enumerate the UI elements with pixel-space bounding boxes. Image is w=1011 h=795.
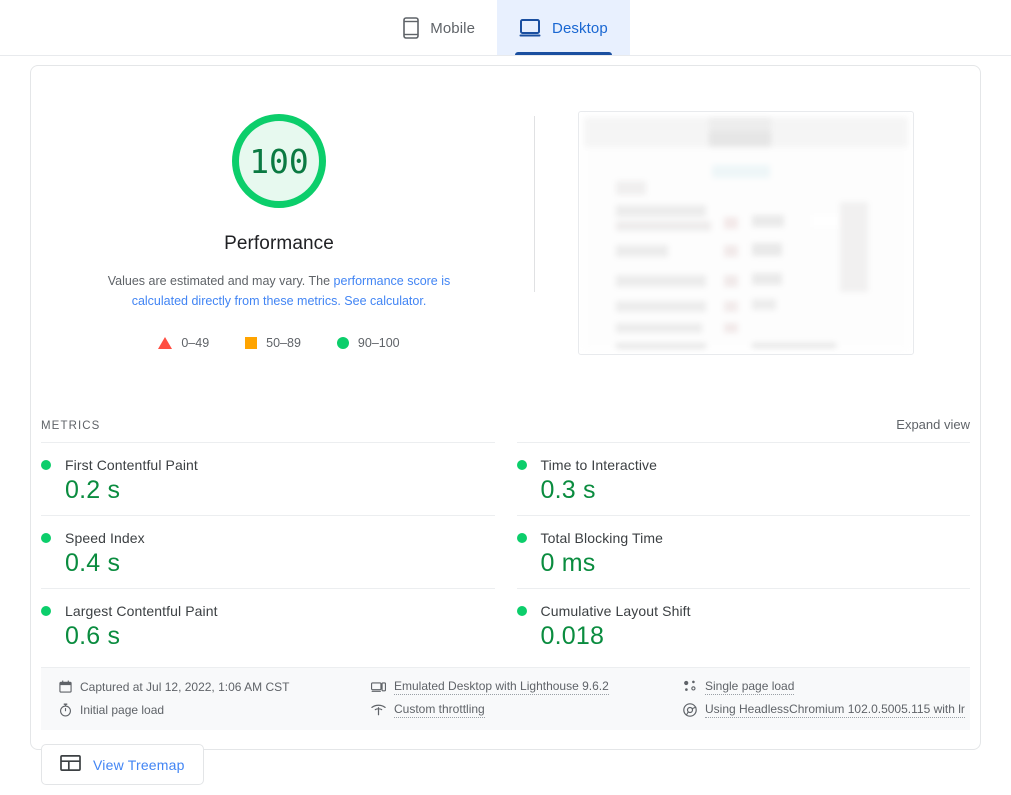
treemap-icon xyxy=(60,754,81,774)
metric-item[interactable]: Largest Contentful Paint 0.6 s xyxy=(41,588,495,661)
score-description-text: Values are estimated and may vary. The xyxy=(107,274,334,288)
device-emulation-icon xyxy=(371,681,386,693)
metric-name: Speed Index xyxy=(65,530,145,546)
run-metadata: Captured at Jul 12, 2022, 1:06 AM CST Em… xyxy=(41,667,970,730)
metadata-emulation-text[interactable]: Emulated Desktop with Lighthouse 9.6.2 xyxy=(394,678,609,695)
see-calculator-link[interactable]: See calculator. xyxy=(344,294,426,308)
platform-tabbar: Mobile Desktop xyxy=(0,0,1011,56)
metadata-initial-page-load: Initial page load xyxy=(59,701,371,718)
view-treemap-label: View Treemap xyxy=(93,756,185,773)
metrics-header: METRICS Expand view xyxy=(31,417,980,432)
final-screenshot-column xyxy=(519,94,972,411)
metric-name: First Contentful Paint xyxy=(65,457,198,473)
legend-item-fail: 0–49 xyxy=(158,336,209,350)
performance-score-value: 100 xyxy=(249,141,309,181)
circle-pass-icon xyxy=(336,337,349,349)
metric-value: 0.3 s xyxy=(540,476,596,504)
tab-desktop[interactable]: Desktop xyxy=(497,0,630,56)
metadata-single-page-load[interactable]: Single page load xyxy=(683,678,965,695)
tab-mobile[interactable]: Mobile xyxy=(381,0,497,56)
performance-score-gauge[interactable]: 100 xyxy=(232,114,326,208)
metadata-single-page-load-text[interactable]: Single page load xyxy=(705,678,795,695)
report-card: 100 Performance Values are estimated and… xyxy=(30,65,981,785)
metadata-emulation[interactable]: Emulated Desktop with Lighthouse 9.6.2 xyxy=(371,678,683,695)
expand-view-button[interactable]: Expand view xyxy=(896,417,970,432)
metric-name: Largest Contentful Paint xyxy=(65,603,218,619)
metadata-throttling-text[interactable]: Custom throttling xyxy=(394,701,485,718)
metric-item[interactable]: First Contentful Paint 0.2 s xyxy=(41,442,495,515)
performance-category-title: Performance xyxy=(224,233,334,254)
metric-item[interactable]: Total Blocking Time 0 ms xyxy=(516,515,970,588)
metric-value: 0.018 xyxy=(540,622,605,650)
metric-item[interactable]: Cumulative Layout Shift 0.018 xyxy=(516,588,970,661)
chrome-browser-icon xyxy=(683,702,697,717)
legend-item-average: 50–89 xyxy=(245,336,301,350)
page-load-nodes-icon xyxy=(683,680,697,693)
metric-status-dot-icon xyxy=(41,460,51,470)
metric-item[interactable]: Time to Interactive 0.3 s xyxy=(516,442,970,515)
tab-mobile-label: Mobile xyxy=(430,19,476,37)
metric-name: Time to Interactive xyxy=(540,457,658,473)
network-throttling-icon xyxy=(371,704,386,716)
legend-label-average: 50–89 xyxy=(266,336,301,350)
metric-status-dot-icon xyxy=(516,533,527,543)
metric-name: Total Blocking Time xyxy=(540,530,664,546)
metric-item[interactable]: Speed Index 0.4 s xyxy=(41,515,495,588)
metric-name: Cumulative Layout Shift xyxy=(540,603,691,619)
legend-label-pass: 90–100 xyxy=(357,336,400,350)
metric-value: 0 ms xyxy=(540,549,596,577)
metadata-user-agent[interactable]: Using HeadlessChromium 102.0.5005.115 wi… xyxy=(683,701,965,718)
square-average-icon xyxy=(245,337,258,349)
metadata-throttling[interactable]: Custom throttling xyxy=(371,701,683,718)
calendar-icon xyxy=(59,680,72,693)
metrics-heading: METRICS xyxy=(41,420,101,432)
metric-status-dot-icon xyxy=(41,533,51,543)
score-description: Values are estimated and may vary. The p… xyxy=(79,271,479,311)
metadata-user-agent-text[interactable]: Using HeadlessChromium 102.0.5005.115 wi… xyxy=(705,701,965,718)
score-legend: 0–49 50–89 90–100 xyxy=(158,336,400,350)
metric-value: 0.4 s xyxy=(65,549,121,577)
metric-status-dot-icon xyxy=(41,606,51,616)
tab-desktop-label: Desktop xyxy=(552,19,608,37)
legend-label-fail: 0–49 xyxy=(181,336,210,350)
metric-status-dot-icon xyxy=(516,606,527,616)
view-treemap-button[interactable]: View Treemap xyxy=(41,744,204,785)
final-screenshot-frame[interactable] xyxy=(577,111,914,355)
score-gauge-column: 100 Performance Values are estimated and… xyxy=(39,94,519,411)
section-divider xyxy=(534,116,535,292)
metadata-initial-page-load-text: Initial page load xyxy=(80,702,165,717)
mobile-phone-icon xyxy=(403,17,420,39)
score-section: 100 Performance Values are estimated and… xyxy=(31,66,980,411)
metric-status-dot-icon xyxy=(516,460,527,470)
metadata-captured-at-text: Captured at Jul 12, 2022, 1:06 AM CST xyxy=(80,679,290,694)
triangle-fail-icon xyxy=(158,337,173,349)
legend-item-pass: 90–100 xyxy=(336,336,400,350)
desktop-monitor-icon xyxy=(519,19,541,37)
final-screenshot-thumbnail xyxy=(583,117,908,349)
metrics-grid: First Contentful Paint 0.2 s Time to Int… xyxy=(31,442,980,661)
metric-value: 0.6 s xyxy=(65,622,121,650)
stopwatch-icon xyxy=(59,703,72,717)
metadata-captured-at: Captured at Jul 12, 2022, 1:06 AM CST xyxy=(59,678,371,695)
metric-value: 0.2 s xyxy=(65,476,121,504)
treemap-section: View Treemap xyxy=(31,730,980,785)
